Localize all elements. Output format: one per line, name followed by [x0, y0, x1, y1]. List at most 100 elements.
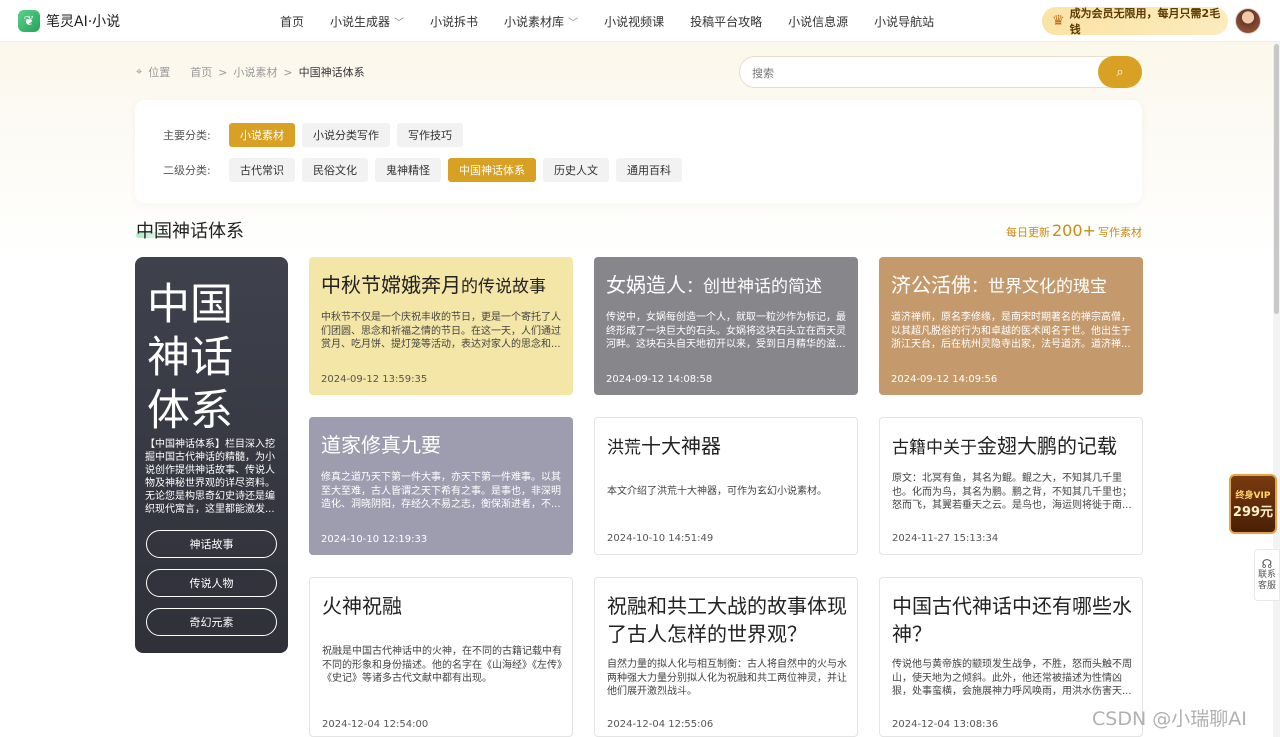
sidebar-big-title: 中国 神话 体系 — [147, 279, 277, 438]
avatar[interactable] — [1235, 8, 1261, 34]
article-card[interactable]: 济公活佛：世界文化的瑰宝 道济禅师，原名李修缘，是南宋时期著名的禅宗高僧，以其超… — [879, 257, 1143, 395]
scrollbar-thumb[interactable] — [1274, 44, 1279, 314]
contact-support-button[interactable]: ☊ 联系客服 — [1254, 549, 1280, 601]
tag-history-culture[interactable]: 历史人文 — [543, 158, 609, 182]
nav-item-nav-site[interactable]: 小说导航站 — [874, 13, 934, 30]
headset-icon: ☊ — [1261, 556, 1273, 571]
card-description: 原文：北冥有鱼，其名为鲲。鲲之大，不知其几千里也。化而为鸟，其名为鹏。鹏之背，不… — [892, 473, 1132, 511]
nav-item-book-breakdown[interactable]: 小说拆书 — [430, 13, 478, 30]
card-date: 2024-11-27 15:13:34 — [892, 533, 999, 544]
card-date: 2024-12-04 12:54:00 — [322, 719, 429, 730]
vip-badge-line: 终身VIP — [1235, 491, 1271, 501]
card-date: 2024-09-12 14:08:58 — [606, 374, 713, 385]
filter-row-secondary: 二级分类: 古代常识 民俗文化 鬼神精怪 中国神话体系 历史人文 通用百科 — [163, 158, 689, 182]
card-description: 修真之道乃天下第一件大事，亦天下第一件难事。以其至大至难，古人皆谓之天下希有之事… — [321, 472, 561, 510]
search-button[interactable]: ⌕ — [1098, 56, 1142, 88]
nav-label: 小说导航站 — [874, 14, 935, 29]
nav-label: 小说素材库 — [504, 14, 565, 29]
card-date: 2024-10-10 14:51:49 — [607, 533, 714, 544]
tag-writing-skills[interactable]: 写作技巧 — [397, 123, 463, 147]
card-title-main: 祝融和共工大战的故事体现了古人怎样的世界观？ — [607, 594, 847, 646]
location-pin-icon: ⌖ — [136, 65, 143, 78]
filter-panel: 主要分类: 小说素材 小说分类写作 写作技巧 二级分类: 古代常识 民俗文化 鬼… — [135, 100, 1142, 203]
article-card[interactable]: 洪荒十大神器 本文介绍了洪荒十大神器，可作为玄幻小说素材。 2024-10-10… — [594, 417, 858, 555]
filter-label: 主要分类: — [163, 129, 211, 142]
sidebar-title-line: 体系 — [147, 386, 233, 436]
card-title-sub: ：创世神话的简述 — [686, 277, 822, 297]
article-card[interactable]: 女娲造人：创世神话的简述 传说中，女娲每创造一个人，就取一粒沙作为标记，最终形成… — [594, 257, 858, 395]
card-title: 中秋节嫦娥奔月的传说故事 — [321, 271, 565, 301]
daily-update-note: 每日更新 200+ 写作素材 — [1006, 221, 1142, 240]
card-title-main: 中秋节嫦娥奔月 — [321, 273, 461, 297]
nav-item-info-source[interactable]: 小说信息源 — [788, 13, 848, 30]
chevron-down-icon: ﹀ — [394, 17, 405, 29]
update-prefix: 每日更新 — [1006, 226, 1050, 239]
watermark: CSDN @小瑞聊AI — [1092, 708, 1247, 730]
card-title-main: 火神祝融 — [322, 594, 402, 618]
tag-ancient-knowledge[interactable]: 古代常识 — [229, 158, 295, 182]
article-card[interactable]: 祝融和共工大战的故事体现了古人怎样的世界观？ 自然力量的拟人化与相互制衡：古人将… — [594, 577, 858, 737]
tag-chinese-mythology[interactable]: 中国神话体系 — [448, 158, 536, 182]
nav-item-home[interactable]: 首页 — [280, 13, 304, 30]
article-card[interactable]: 古籍中关于金翅大鹏的记载 原文：北冥有鱼，其名为鲲。鲲之大，不知其几千里也。化而… — [879, 417, 1143, 555]
card-date: 2024-12-04 13:08:36 — [892, 719, 999, 730]
card-description: 道济禅师，原名李修缘，是南宋时期著名的禅宗高僧，以其超凡脱俗的行为和卓越的医术闻… — [891, 312, 1131, 350]
crown-icon: ♛ — [1052, 13, 1065, 29]
card-date: 2024-09-12 14:09:56 — [891, 374, 998, 385]
card-title-sub: ：世界文化的瑰宝 — [971, 277, 1107, 297]
tag-folk-culture[interactable]: 民俗文化 — [302, 158, 368, 182]
contact-label: 联系客服 — [1257, 569, 1276, 591]
card-description: 自然力量的拟人化与相互制衡：古人将自然中的火与水两种强大力量分别拟人化为祝融和共… — [607, 659, 847, 697]
card-title: 火神祝融 — [322, 592, 566, 620]
search-box: ⌕ — [739, 56, 1142, 88]
nav-label: 投稿平台攻略 — [690, 14, 763, 29]
vip-banner-button[interactable]: ♛ 成为会员无限用，每月只需2毛钱 — [1042, 7, 1228, 36]
breadcrumb-novel-material[interactable]: 小说素材 — [233, 64, 277, 80]
card-title-sub: 的传说故事 — [461, 277, 546, 297]
nav-item-submission-guide[interactable]: 投稿平台攻略 — [690, 13, 762, 30]
card-title: 洪荒十大神器 — [607, 432, 851, 462]
tag-category-writing[interactable]: 小说分类写作 — [302, 123, 390, 147]
article-card[interactable]: 中秋节嫦娥奔月的传说故事 中秋节不仅是一个庆祝丰收的节日，更是一个寄托了人们团圆… — [309, 257, 573, 395]
card-title-main: 道家修真九要 — [321, 433, 441, 457]
card-title-main: 济公活佛 — [891, 273, 971, 297]
tag-general-encyclopedia[interactable]: 通用百科 — [616, 158, 682, 182]
myth-stories-button[interactable]: 神话故事 — [146, 530, 277, 558]
tag-novel-material[interactable]: 小说素材 — [229, 123, 295, 147]
card-title-main: 金翅大鹏的记载 — [977, 434, 1117, 458]
card-title-main: 中国古代神话中还有哪些水神？ — [892, 594, 1132, 646]
card-date: 2024-09-12 13:59:35 — [321, 374, 428, 385]
card-title-sub: 洪荒 — [607, 438, 641, 458]
card-description: 传说中，女娲每创造一个人，就取一粒沙作为标记，最终形成了一块巨大的石头。女娲将这… — [606, 312, 846, 350]
card-description: 本文介绍了洪荒十大神器，可作为玄幻小说素材。 — [607, 486, 827, 497]
nav-label: 首页 — [280, 14, 305, 29]
logo[interactable]: ❦ 笔灵AI·小说 — [18, 10, 120, 32]
vip-badge-price: 299元 — [1232, 505, 1274, 520]
nav-item-material-library[interactable]: 小说素材库 ﹀ — [504, 13, 578, 30]
breadcrumb-current: 中国神话体系 — [298, 66, 365, 79]
breadcrumb-home[interactable]: 首页 — [190, 64, 212, 80]
main-nav: 首页 小说生成器 ﹀ 小说拆书 小说素材库 ﹀ 小说视频课 投稿平台攻略 小说信息源… — [280, 0, 960, 42]
filter-row-primary: 主要分类: 小说素材 小说分类写作 写作技巧 — [163, 123, 470, 147]
fantasy-elements-button[interactable]: 奇幻元素 — [146, 608, 277, 636]
card-description: 传说他与黄帝族的颛顼发生战争，不胜，怒而头触不周山，使天地为之倾斜。此外，他还常… — [892, 659, 1132, 697]
article-card[interactable]: 火神祝融 祝融是中国古代神话中的火神，在不同的古籍记载中有不同的形象和身份描述。… — [309, 577, 573, 737]
search-input[interactable] — [752, 64, 1082, 82]
lifetime-vip-badge[interactable]: 终身VIP 299元 — [1229, 474, 1277, 534]
category-sidebar: 中国 神话 体系 【中国神话体系】栏目深入挖掘中国古代神话的精髓，为小说创作提供… — [135, 257, 288, 653]
sidebar-title-line: 神话 — [147, 333, 233, 383]
article-card[interactable]: 道家修真九要 修真之道乃天下第一件大事，亦天下第一件难事。以其至大至难，古人皆谓… — [309, 417, 573, 555]
update-count: 200+ — [1052, 221, 1096, 240]
update-suffix: 写作素材 — [1097, 226, 1142, 239]
nav-item-novel-generator[interactable]: 小说生成器 ﹀ — [330, 13, 404, 30]
card-title: 女娲造人：创世神话的简述 — [606, 271, 850, 301]
nav-item-video-course[interactable]: 小说视频课 — [604, 13, 664, 30]
card-title: 济公活佛：世界文化的瑰宝 — [891, 271, 1135, 301]
legendary-figures-button[interactable]: 传说人物 — [146, 569, 277, 597]
card-title-main: 十大神器 — [641, 434, 721, 458]
card-title-sub: 古籍中关于 — [892, 438, 977, 458]
card-description: 中秋节不仅是一个庆祝丰收的节日，更是一个寄托了人们团圆、思念和祈福之情的节日。在… — [321, 312, 561, 350]
tag-ghosts-spirits[interactable]: 鬼神精怪 — [375, 158, 441, 182]
breadcrumb: ⌖ 位置 首页 > 小说素材 > 中国神话体系 — [136, 64, 365, 80]
card-title-main: 女娲造人 — [606, 273, 686, 297]
